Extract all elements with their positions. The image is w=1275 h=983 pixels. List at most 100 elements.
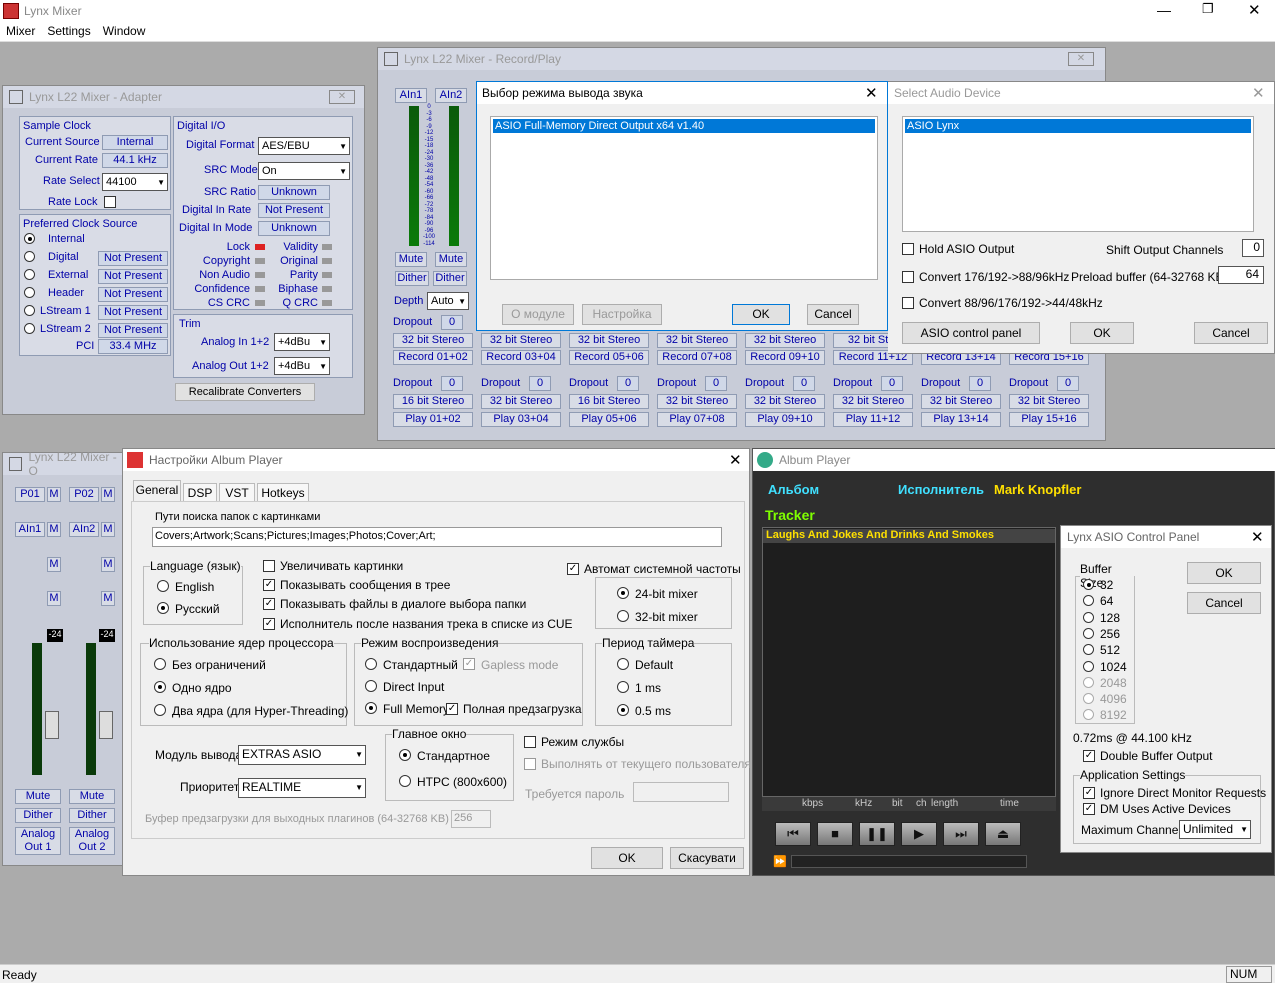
menu-window[interactable]: Window [97,22,152,40]
play-format-button[interactable]: 16 bit Stereo [569,394,649,409]
one-core-radio[interactable] [154,681,166,693]
russian-radio[interactable] [157,602,169,614]
m-button[interactable]: M [47,487,61,502]
priority-combo[interactable]: REALTIME [238,778,366,798]
menu-mixer[interactable]: Mixer [0,22,41,40]
record-format-button[interactable]: 32 bit Stereo [657,333,737,348]
play-format-button[interactable]: 32 bit Stereo [657,394,737,409]
asio-control-panel-button[interactable]: ASIO control panel [902,322,1040,344]
analog-out-combo[interactable]: +4dBu [274,357,330,375]
stop-icon[interactable]: ■ [817,822,853,846]
ok-button[interactable]: OK [591,847,663,869]
play-channel-button[interactable]: Play 05+06 [569,412,649,427]
rate-select-combo[interactable]: 44100 [102,173,168,191]
buffer-size-radio[interactable] [1083,611,1094,623]
p02-button[interactable]: P02 [69,487,99,502]
record-channel-button[interactable]: Record 07+08 [657,350,737,365]
play-format-button[interactable]: 32 bit Stereo [481,394,561,409]
convert-176-checkbox[interactable] [902,271,914,283]
play-format-button[interactable]: 16 bit Stereo [393,394,473,409]
close-icon[interactable]: ✕ [329,90,355,104]
full-memory-radio[interactable] [365,702,377,714]
timer-default-radio[interactable] [617,658,629,670]
dm-active-checkbox[interactable]: ✓ [1083,803,1095,815]
m-button[interactable]: M [47,557,61,572]
tab-dsp[interactable]: DSP [183,483,217,502]
ok-button[interactable]: OK [732,304,790,325]
record-channel-button[interactable]: Record 03+04 [481,350,561,365]
record-channel-button[interactable]: Record 09+10 [745,350,825,365]
timer-1ms-radio[interactable] [617,681,629,693]
clock-radio[interactable] [24,269,35,280]
output-module-item[interactable]: ASIO Full-Memory Direct Output x64 v1.40 [493,119,875,133]
clock-radio[interactable] [24,251,35,262]
play-channel-button[interactable]: Play 13+14 [921,412,1001,427]
ain1-button[interactable]: AIn1 [395,88,427,103]
record-channel-button[interactable]: Record 01+02 [393,350,473,365]
close-icon[interactable]: ✕ [1251,528,1264,546]
record-channel-button[interactable]: Record 05+06 [569,350,649,365]
paths-input[interactable]: Covers;Artwork;Scans;Pictures;Images;Pho… [152,527,722,547]
m-button[interactable]: M [47,591,61,606]
m-button[interactable]: M [101,591,115,606]
shift-channels-input[interactable]: 0 [1242,239,1264,257]
recalibrate-button[interactable]: Recalibrate Converters [175,383,315,401]
play-channel-button[interactable]: Play 03+04 [481,412,561,427]
play-format-button[interactable]: 32 bit Stereo [921,394,1001,409]
cancel-button[interactable]: Cancel [1187,592,1261,614]
play-channel-button[interactable]: Play 01+02 [393,412,473,427]
record-format-button[interactable]: 32 bit Stereo [745,333,825,348]
playlist[interactable] [762,527,1056,797]
seek-bar[interactable] [791,855,1027,868]
close-icon[interactable]: ✕ [729,451,742,469]
device-item[interactable]: ASIO Lynx [905,119,1251,133]
htpc-radio[interactable] [399,775,411,787]
buffer-size-radio[interactable] [1083,676,1094,688]
record-format-button[interactable]: 32 bit Stereo [481,333,561,348]
buffer-size-radio[interactable] [1083,579,1094,590]
m-button[interactable]: M [47,522,61,537]
record-format-button[interactable]: 32 bit Stereo [569,333,649,348]
tab-vst[interactable]: VST [219,483,255,502]
autorate-checkbox[interactable]: ✓ [567,563,579,575]
preload-checkbox[interactable]: ✓ [446,703,458,715]
mixer-24-radio[interactable] [617,587,629,599]
fader-handle[interactable] [45,711,59,739]
play-format-button[interactable]: 32 bit Stereo [745,394,825,409]
close-icon[interactable]: ✕ [1252,84,1265,102]
timer-05ms-radio[interactable] [617,704,629,716]
settings-button[interactable]: Настройка [582,304,662,325]
cancel-button[interactable]: Cancel [807,304,859,325]
double-buffer-checkbox[interactable]: ✓ [1083,750,1095,762]
play-channel-button[interactable]: Play 07+08 [657,412,737,427]
m-button[interactable]: M [101,557,115,572]
ain2-button[interactable]: AIn2 [435,88,467,103]
ok-button[interactable]: OK [1070,322,1134,344]
close-icon[interactable]: ✕ [1068,52,1094,66]
clock-radio[interactable] [24,233,35,244]
analog-in-combo[interactable]: +4dBu [274,333,330,351]
dither-button[interactable]: Dither [15,808,61,823]
hold-asio-checkbox[interactable] [902,243,914,255]
next-icon[interactable]: ⏭ [943,822,979,846]
cancel-button[interactable]: Скасувати [670,847,744,869]
fader-handle[interactable] [99,711,113,739]
clock-radio[interactable] [24,287,35,298]
showfiles-checkbox[interactable]: ✓ [263,598,275,610]
play-channel-button[interactable]: Play 11+12 [833,412,913,427]
clock-radio[interactable] [24,305,35,316]
mute-button[interactable]: Mute [435,252,467,267]
menu-settings[interactable]: Settings [41,22,96,40]
direct-input-radio[interactable] [365,680,377,692]
previous-icon[interactable]: ⏮ [775,822,811,846]
play-channel-button[interactable]: Play 09+10 [745,412,825,427]
close-icon[interactable]: ✕ [1248,1,1261,19]
gapless-checkbox[interactable]: ✓ [463,658,475,670]
m-button[interactable]: M [101,487,115,502]
minimize-icon[interactable]: — [1157,2,1171,18]
mute-button[interactable]: Mute [15,789,61,804]
play-format-button[interactable]: 32 bit Stereo [833,394,913,409]
two-cores-radio[interactable] [154,704,166,716]
dither-button[interactable]: Dither [433,271,467,286]
restore-icon[interactable]: ❐ [1202,1,1214,17]
